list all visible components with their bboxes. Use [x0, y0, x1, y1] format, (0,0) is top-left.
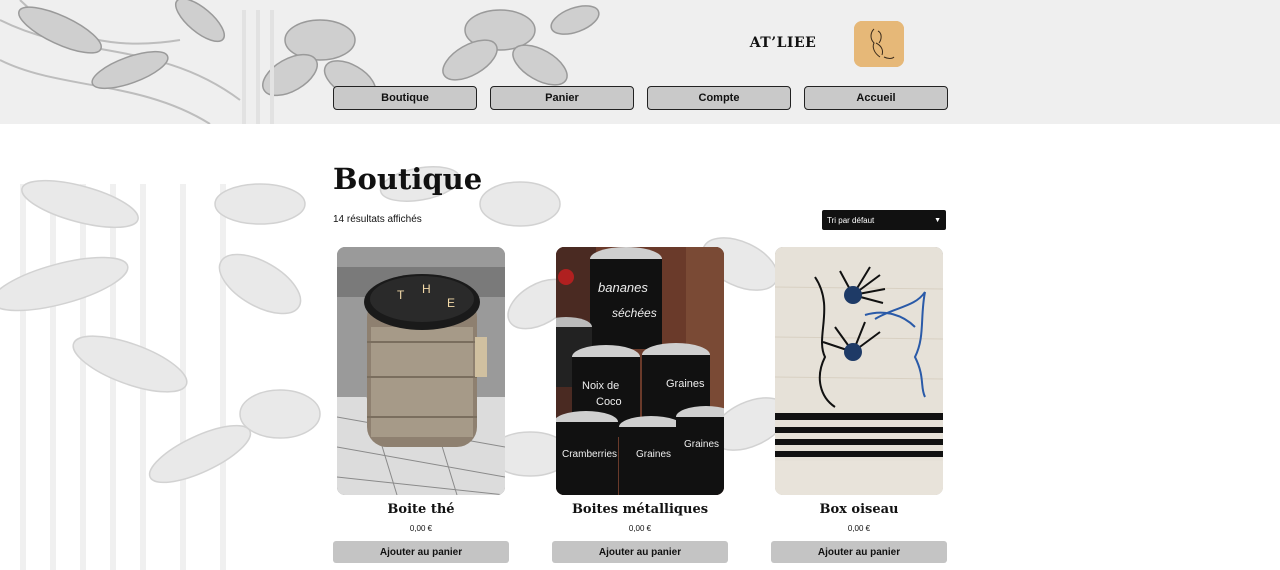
svg-text:Graines: Graines: [684, 439, 719, 450]
svg-text:T: T: [397, 288, 405, 302]
svg-text:Graines: Graines: [666, 378, 705, 390]
product-image-metal-boxes[interactable]: bananes séchées Noix de Coco Graines Cra…: [556, 247, 724, 495]
product-image-tea-box[interactable]: T H E: [337, 247, 505, 495]
product-image-bird-box[interactable]: [775, 247, 943, 495]
sort-select[interactable]: Tri par défaut ▼: [822, 210, 946, 230]
svg-text:Coco: Coco: [596, 396, 622, 408]
nav-compte-button[interactable]: Compte: [647, 86, 791, 110]
main-navigation: Boutique Panier Compte Accueil: [333, 86, 948, 110]
svg-text:Cramberries: Cramberries: [562, 449, 617, 460]
product-card: Box oiseau 0,00 € Ajouter au panier: [771, 247, 947, 563]
add-to-cart-button[interactable]: Ajouter au panier: [771, 541, 947, 563]
chevron-down-icon: ▼: [934, 216, 941, 224]
product-name[interactable]: Box oiseau: [819, 502, 898, 517]
site-header: AT’LIEE Boutique Panier Compte Accueil: [0, 0, 1280, 124]
nav-panier-button[interactable]: Panier: [490, 86, 634, 110]
svg-text:séchées: séchées: [612, 306, 657, 320]
product-price: 0,00 €: [409, 524, 433, 533]
result-count: 14 résultats affichés: [333, 214, 422, 225]
svg-text:Graines: Graines: [636, 449, 671, 460]
site-logo[interactable]: [854, 21, 904, 67]
product-price: 0,00 €: [628, 524, 652, 533]
add-to-cart-button[interactable]: Ajouter au panier: [333, 541, 509, 563]
product-price: 0,00 €: [847, 524, 871, 533]
product-name[interactable]: Boite thé: [387, 502, 454, 517]
product-name[interactable]: Boites métalliques: [572, 502, 708, 517]
woman-silhouette-logo-icon: [854, 21, 904, 67]
page-title: Boutique: [333, 162, 483, 196]
svg-text:E: E: [447, 296, 455, 310]
add-to-cart-button[interactable]: Ajouter au panier: [552, 541, 728, 563]
svg-text:Noix de: Noix de: [582, 380, 619, 392]
sort-select-value: Tri par défaut: [827, 215, 875, 225]
product-card: T H E Boite thé 0,00 € Ajouter au panier: [333, 247, 509, 563]
nav-accueil-button[interactable]: Accueil: [804, 86, 948, 110]
product-card: bananes séchées Noix de Coco Graines Cra…: [552, 247, 728, 563]
svg-text:H: H: [422, 282, 431, 296]
svg-text:bananes: bananes: [598, 280, 648, 295]
nav-boutique-button[interactable]: Boutique: [333, 86, 477, 110]
site-title[interactable]: AT’LIEE: [740, 35, 826, 51]
